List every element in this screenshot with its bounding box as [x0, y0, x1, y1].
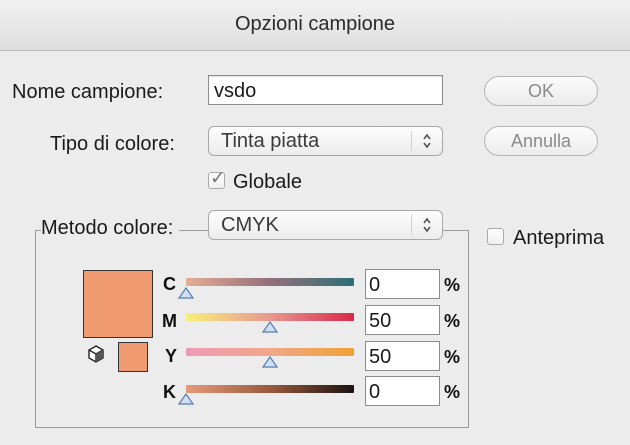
- swatch-name-field[interactable]: vsdo: [208, 75, 443, 105]
- channel-y-slider[interactable]: [186, 348, 354, 356]
- channel-y-thumb[interactable]: [262, 356, 278, 368]
- chevron-updown-icon: [423, 217, 431, 233]
- channel-y-field[interactable]: 50: [365, 341, 440, 371]
- channel-k-label: K: [163, 382, 176, 402]
- channel-k-slider[interactable]: [186, 385, 354, 393]
- channel-m-unit: %: [444, 311, 461, 331]
- chevron-updown-icon: [423, 133, 431, 149]
- channel-c-slider[interactable]: [186, 278, 354, 286]
- channel-y-label: Y: [165, 346, 178, 366]
- channel-c-label: C: [163, 274, 176, 294]
- out-of-gamut-swatch[interactable]: [118, 342, 148, 372]
- ok-button[interactable]: OK: [484, 76, 598, 106]
- channel-k-unit: %: [444, 382, 461, 402]
- channel-k-field[interactable]: 0: [365, 376, 440, 406]
- color-type-value: Tinta piatta: [221, 130, 320, 152]
- channel-c-unit: %: [444, 275, 461, 295]
- preview-checkbox[interactable]: [487, 228, 504, 245]
- channel-m-slider[interactable]: [186, 313, 354, 321]
- cube-icon: [88, 345, 104, 363]
- color-preview-swatch: [83, 270, 153, 338]
- swatch-options-dialog: Opzioni campione Nome campione: vsdo Tip…: [0, 0, 630, 445]
- channel-k-thumb[interactable]: [178, 393, 194, 405]
- checkmark-icon: ✓: [210, 168, 226, 189]
- channel-m-thumb[interactable]: [262, 321, 278, 333]
- title-bar[interactable]: Opzioni campione: [0, 0, 630, 51]
- channel-y-unit: %: [444, 347, 461, 367]
- color-mode-popup[interactable]: CMYK: [208, 210, 443, 240]
- color-mode-label: Metodo colore:: [41, 217, 180, 240]
- color-type-label: Tipo di colore:: [50, 133, 175, 155]
- global-label: Globale: [233, 171, 302, 193]
- channel-c-thumb[interactable]: [178, 287, 194, 299]
- cancel-button[interactable]: Annulla: [484, 126, 598, 156]
- popup-divider: [411, 215, 412, 235]
- channel-c-field[interactable]: 0: [365, 269, 440, 299]
- swatch-name-label: Nome campione:: [12, 81, 164, 103]
- dialog-title: Opzioni campione: [234, 13, 396, 35]
- popup-divider: [411, 131, 412, 151]
- color-type-popup[interactable]: Tinta piatta: [208, 126, 443, 156]
- preview-label: Anteprima: [513, 227, 605, 249]
- global-checkbox[interactable]: ✓: [208, 168, 226, 189]
- channel-m-label: M: [162, 311, 177, 331]
- channel-m-field[interactable]: 50: [365, 305, 440, 335]
- color-mode-value: CMYK: [221, 214, 279, 236]
